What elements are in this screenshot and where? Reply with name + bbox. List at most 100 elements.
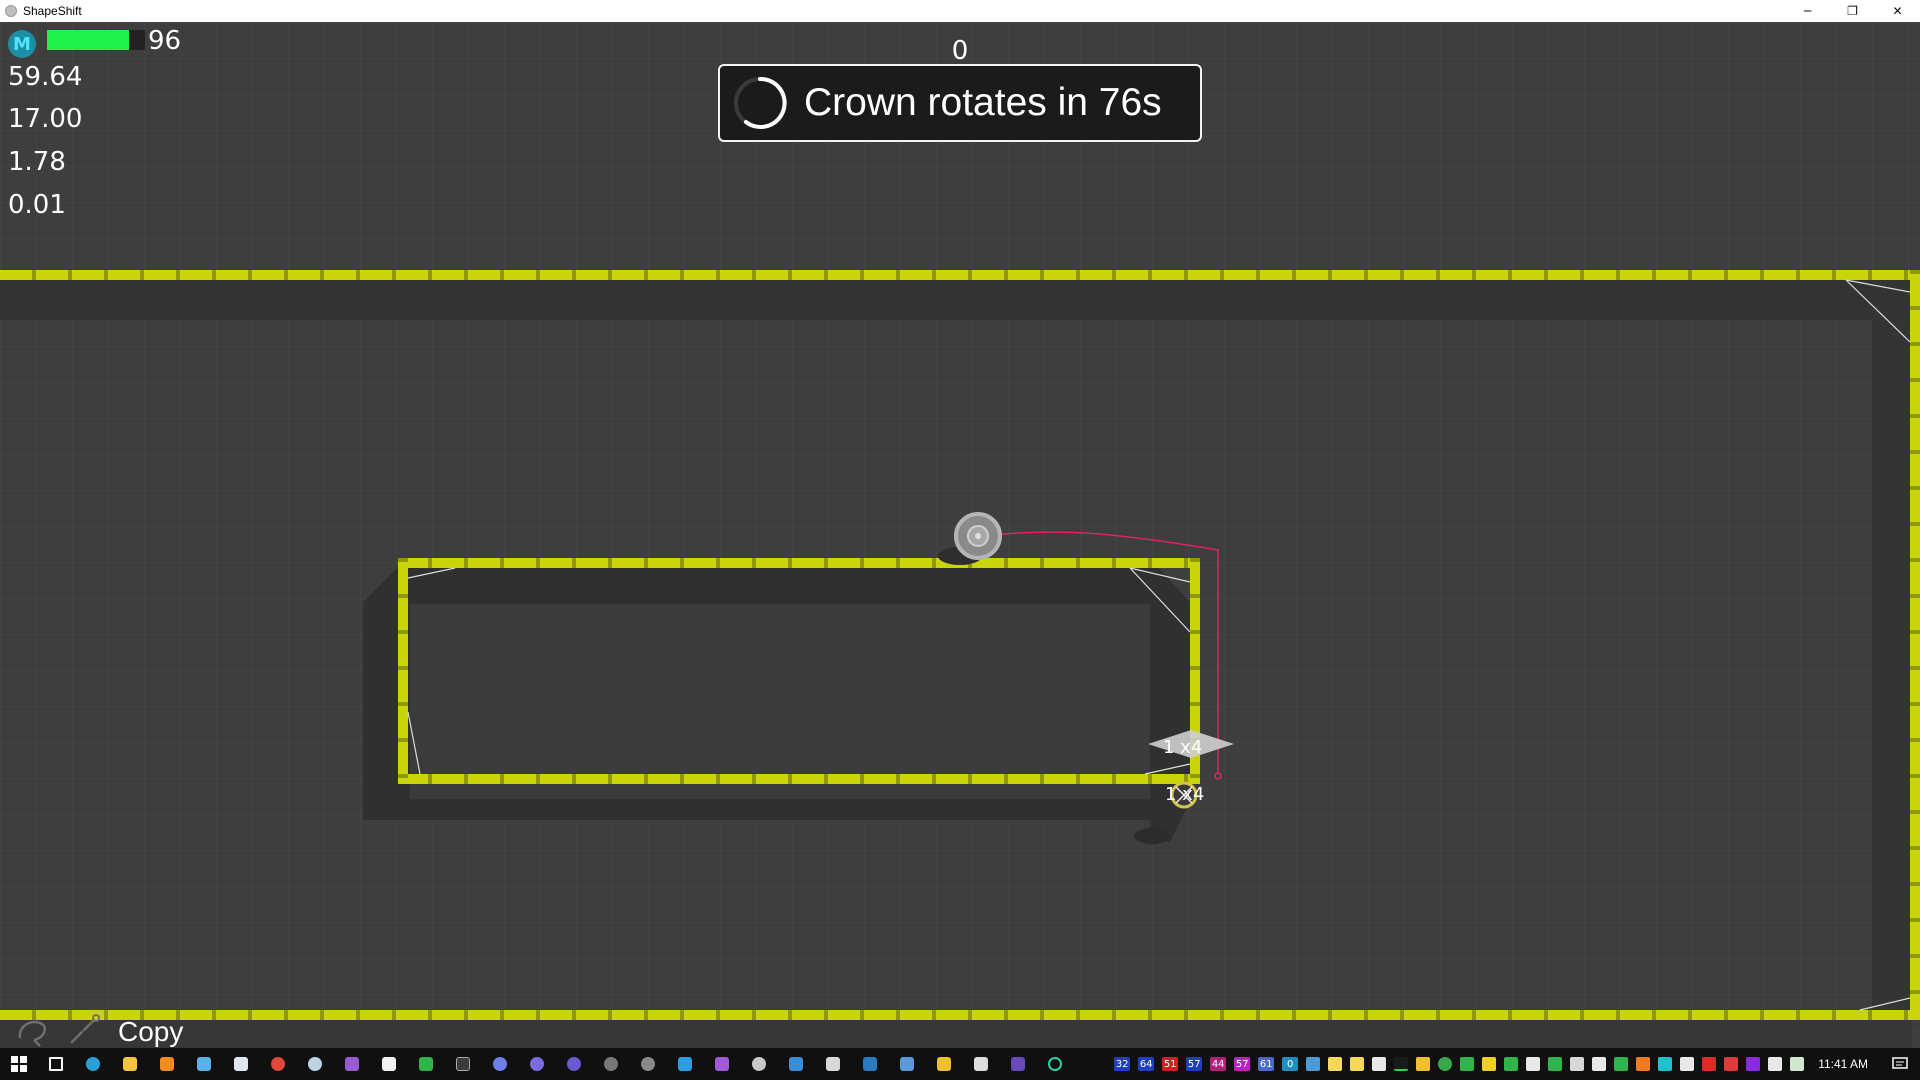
outer-wall-right (1910, 270, 1920, 1020)
taskbar-app[interactable] (740, 1048, 777, 1080)
display-icon[interactable] (1768, 1057, 1783, 1071)
app-icon (677, 1057, 692, 1071)
tray-drive-icon[interactable] (1372, 1057, 1387, 1071)
taskbar-app[interactable] (74, 1048, 111, 1080)
tray-chart-icon[interactable] (1416, 1057, 1431, 1071)
onenote-icon[interactable] (1746, 1057, 1761, 1071)
taskbar-app[interactable] (592, 1048, 629, 1080)
shield-icon[interactable] (1526, 1057, 1541, 1071)
battery-icon[interactable] (1592, 1057, 1607, 1071)
outer-right-shadow (1872, 280, 1912, 1012)
taskbar-app[interactable] (444, 1048, 481, 1080)
taskbar-app[interactable] (703, 1048, 740, 1080)
media-icon (159, 1057, 174, 1071)
task-view-icon (48, 1057, 63, 1071)
tray-app-icon[interactable] (1548, 1057, 1563, 1071)
tray-app-icon[interactable] (1614, 1057, 1629, 1071)
app-icon (936, 1057, 951, 1071)
inner-block-floor (410, 604, 1150, 799)
notification-icon[interactable] (1880, 1048, 1920, 1080)
tray-badge[interactable]: 61 (1258, 1057, 1275, 1071)
tray-badge[interactable]: 57 (1186, 1057, 1203, 1071)
taskbar-app[interactable] (851, 1048, 888, 1080)
terminal-icon (455, 1057, 470, 1071)
taskbar-app[interactable] (777, 1048, 814, 1080)
taskbar-app[interactable] (222, 1048, 259, 1080)
restore-button[interactable]: ❐ (1830, 0, 1875, 22)
taskbar-app[interactable] (962, 1048, 999, 1080)
taskbar-app[interactable] (629, 1048, 666, 1080)
dropbox-icon[interactable] (1570, 1057, 1585, 1071)
outer-wall-top (0, 270, 1920, 280)
close-button[interactable]: ✕ (1875, 0, 1920, 22)
taskbar-app[interactable] (407, 1048, 444, 1080)
chrome-icon (270, 1057, 285, 1071)
taskbar-app[interactable] (518, 1048, 555, 1080)
notification-bubble-icon (1892, 1057, 1908, 1069)
network-icon[interactable] (1658, 1057, 1673, 1071)
health-bar-fill (47, 30, 130, 50)
tray-badge[interactable]: 57 (1234, 1057, 1251, 1071)
app-icon (5, 5, 17, 17)
tray-notes-icon[interactable] (1328, 1057, 1343, 1071)
taskbar-clock[interactable]: 11:41 AM (1818, 1057, 1868, 1071)
window-title: ShapeShift (23, 4, 82, 18)
taskbar: 32 64 51 57 44 57 61 0 11:41 AM (0, 1048, 1920, 1080)
taskbar-app[interactable] (999, 1048, 1036, 1080)
taskbar-app[interactable] (888, 1048, 925, 1080)
taskbar-app[interactable] (666, 1048, 703, 1080)
tray-badge[interactable]: 51 (1162, 1057, 1179, 1071)
tray-badge[interactable]: 64 (1138, 1057, 1155, 1071)
title-bar: ShapeShift ─ ❐ ✕ (0, 0, 1920, 22)
tray-app-icon[interactable] (1460, 1057, 1475, 1071)
tray-notes-icon[interactable] (1350, 1057, 1365, 1071)
taskbar-app[interactable] (296, 1048, 333, 1080)
game-world: 1 x4 1 x4 (0, 270, 1920, 1048)
player-orb[interactable] (954, 512, 1002, 560)
inner-wall-left (398, 558, 408, 784)
tray-bar-icon[interactable] (1636, 1057, 1651, 1071)
document-icon (233, 1057, 248, 1071)
app-icon (788, 1057, 803, 1071)
tray-nvidia-icon[interactable] (1438, 1057, 1453, 1071)
taskbar-app[interactable] (333, 1048, 370, 1080)
taskbar-app[interactable] (148, 1048, 185, 1080)
game-viewport[interactable]: 1 x4 1 x4 M 96 59.64 17.00 1.78 0.01 0 C… (0, 22, 1920, 1048)
copy-tool-icon[interactable] (66, 1012, 102, 1048)
taskbar-app[interactable] (111, 1048, 148, 1080)
stat-line: 17.00 (8, 104, 83, 134)
taskbar-apps (0, 1048, 1073, 1080)
minimize-button[interactable]: ─ (1785, 0, 1830, 22)
volume-icon[interactable] (1680, 1057, 1695, 1071)
taskbar-app[interactable] (370, 1048, 407, 1080)
visual-studio-icon (344, 1057, 359, 1071)
star-icon[interactable] (1482, 1057, 1497, 1071)
tray-badge[interactable]: 32 (1114, 1057, 1131, 1071)
tray-badge[interactable]: 0 (1282, 1057, 1299, 1071)
tray-badge[interactable]: 44 (1210, 1057, 1227, 1071)
taskbar-app[interactable] (259, 1048, 296, 1080)
tray-app-icon[interactable] (1306, 1057, 1321, 1071)
app-icon (899, 1057, 914, 1071)
taskbar-app[interactable] (555, 1048, 592, 1080)
taskbar-app[interactable] (481, 1048, 518, 1080)
tray-app-icon[interactable] (1702, 1057, 1717, 1071)
wifi-icon[interactable] (1790, 1057, 1805, 1071)
taskbar-app[interactable] (1036, 1048, 1073, 1080)
outer-wall-shadow (0, 280, 1872, 320)
start-button[interactable] (0, 1048, 37, 1080)
lasso-tool-icon[interactable] (14, 1012, 50, 1048)
tray-app-icon[interactable] (1504, 1057, 1519, 1071)
steam-icon (307, 1057, 322, 1071)
stat-line: 59.64 (8, 62, 83, 92)
taskbar-app[interactable] (185, 1048, 222, 1080)
tray-monitor-icon[interactable] (1394, 1057, 1409, 1071)
task-view-button[interactable] (37, 1048, 74, 1080)
taskbar-app[interactable] (814, 1048, 851, 1080)
player-avatar: M (8, 30, 36, 58)
score-counter: 0 (951, 36, 969, 66)
taskbar-app[interactable] (925, 1048, 962, 1080)
outer-wall-bottom (0, 1010, 1920, 1020)
tray-app-icon[interactable] (1724, 1057, 1739, 1071)
app-icon (529, 1057, 544, 1071)
